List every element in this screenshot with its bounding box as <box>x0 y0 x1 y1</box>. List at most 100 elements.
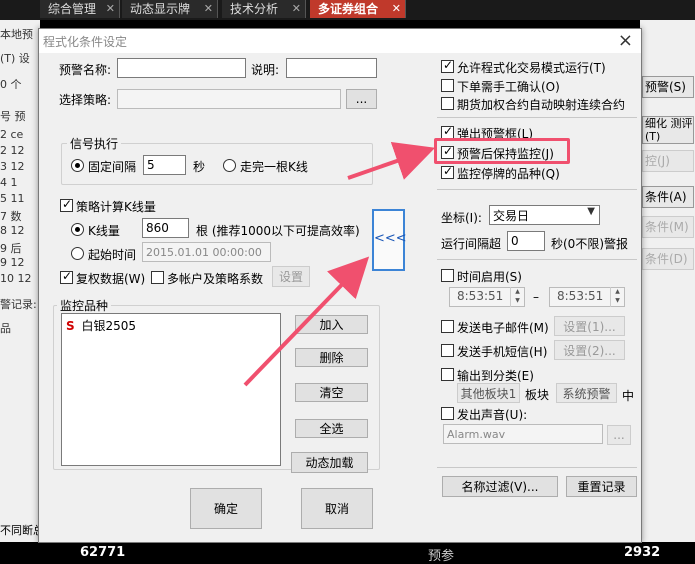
bg-condition-m-button[interactable]: 条件(M) <box>642 216 694 238</box>
sms-settings-button[interactable]: 设置(2)... <box>554 340 625 360</box>
bg-text: (T) 设 <box>0 52 30 65</box>
time-dash: – <box>533 290 539 304</box>
reset-record-button[interactable]: 重置记录 <box>566 476 637 497</box>
futures-map-checkbox[interactable] <box>441 97 454 110</box>
strategy-browse-button[interactable]: ... <box>346 89 377 109</box>
bg-condition-d-button[interactable]: 条件(D) <box>642 248 694 270</box>
bg-text: 9 后 <box>0 242 22 255</box>
sound-file-input[interactable] <box>443 424 603 444</box>
allow-auto-trade-label: 允许程式化交易模式运行(T) <box>457 61 606 75</box>
time-enable-checkbox[interactable] <box>441 269 454 282</box>
program-condition-dialog: 程式化条件设定 × 预警名称: 说明: 选择策略: ... 信号执行 固定间隔 … <box>38 28 642 543</box>
time-end-input[interactable]: 8:53:51 ▲ ▼ <box>549 287 625 307</box>
name-filter-button[interactable]: 名称过滤(V)... <box>442 476 558 497</box>
close-icon[interactable]: × <box>618 30 633 51</box>
tab-label: 多证券组合 <box>318 2 379 16</box>
ticker-right-number: 2932 <box>624 545 661 560</box>
monitor-suspended-checkbox[interactable] <box>441 164 454 179</box>
send-sms-checkbox[interactable] <box>441 344 454 357</box>
cancel-button[interactable]: 取消 <box>301 488 373 529</box>
tab-close-icon[interactable]: ✕ <box>204 0 213 18</box>
kline-count-input[interactable] <box>142 218 189 238</box>
background-status: 不同断总 <box>0 520 40 542</box>
futures-map-label: 期货加权合约自动映射连续合约 <box>457 98 626 112</box>
multi-account-checkbox[interactable] <box>151 271 164 284</box>
ticker-left-number: 62771 <box>80 545 126 560</box>
run-interval-input[interactable] <box>507 231 545 251</box>
tab-close-icon[interactable]: ✕ <box>292 0 301 18</box>
description-label: 说明: <box>251 63 280 77</box>
time-end-value: 8:53:51 <box>557 289 604 303</box>
tab-label: 技术分析 <box>230 2 279 16</box>
tab-label: 综合管理 <box>48 2 97 16</box>
email-settings-button[interactable]: 设置(1)... <box>554 316 625 336</box>
fixed-interval-label: 固定间隔 <box>88 160 137 174</box>
delete-button[interactable]: 删除 <box>295 348 368 367</box>
bg-text: 9 12 <box>0 256 25 269</box>
kline-complete-label: 走完一根K线 <box>240 160 308 174</box>
kline-complete-radio[interactable] <box>223 159 236 172</box>
strategy-input[interactable] <box>117 89 341 109</box>
time-end-spinner[interactable]: ▲ ▼ <box>610 287 624 307</box>
tab-comprehensive[interactable]: 综合管理 ✕ <box>40 0 120 18</box>
bg-text: 2 ce <box>0 128 24 141</box>
bg-monitor-button[interactable]: 控(J) <box>642 150 694 172</box>
time-start-value: 8:53:51 <box>457 289 504 303</box>
ok-button[interactable]: 确定 <box>190 488 262 529</box>
block-label: 板块 <box>525 388 550 402</box>
dialog-title: 程式化条件设定 <box>43 35 128 49</box>
interval-input[interactable] <box>143 155 186 175</box>
tab-tech-analysis[interactable]: 技术分析 ✕ <box>222 0 306 18</box>
tab-close-icon[interactable]: ✕ <box>392 0 401 18</box>
monitor-group-title: 监控品种 <box>57 297 112 314</box>
bg-refine-button[interactable]: 细化 测评(T) <box>642 116 694 144</box>
item-tag: S <box>66 319 75 333</box>
system-alert-button[interactable]: 系统预警 <box>556 383 617 403</box>
start-time-label: 起始时间 <box>88 248 137 262</box>
bg-text: 品 <box>0 322 11 335</box>
bg-text: 2 12 <box>0 144 25 157</box>
monitor-list[interactable]: S 白银2505 <box>61 313 281 466</box>
allow-auto-trade-checkbox[interactable] <box>441 58 454 73</box>
fixed-interval-radio[interactable] <box>71 159 84 172</box>
play-sound-checkbox[interactable] <box>441 407 454 420</box>
list-item[interactable]: S 白银2505 <box>66 317 136 334</box>
ticker-mid-text: 预参 <box>428 549 455 564</box>
app-tab-bar: 综合管理 ✕ 动态显示牌 ✕ 技术分析 ✕ 多证券组合 ✕ <box>0 0 695 20</box>
signal-group-title: 信号执行 <box>67 135 122 152</box>
bg-condition-a-button[interactable]: 条件(A) <box>642 186 694 208</box>
alert-name-input[interactable] <box>117 58 246 78</box>
bg-text: 10 12 <box>0 272 32 285</box>
kline-count-radio[interactable] <box>71 223 84 236</box>
keep-monitor-highlight <box>434 138 570 164</box>
bg-text: 号 预 <box>0 110 26 123</box>
start-time-input[interactable] <box>142 242 271 262</box>
tab-multi-security[interactable]: 多证券组合 ✕ <box>310 0 406 18</box>
kline-calc-checkbox[interactable] <box>60 197 73 212</box>
collapse-panel-button[interactable]: <<< <box>372 209 407 271</box>
multi-account-settings-button[interactable]: 设置 <box>272 266 310 287</box>
send-email-checkbox[interactable] <box>441 320 454 333</box>
time-start-spinner[interactable]: ▲ ▼ <box>510 287 524 307</box>
clear-button[interactable]: 清空 <box>295 383 368 402</box>
bg-text: 0 个 <box>0 78 22 91</box>
dynamic-load-button[interactable]: 动态加载 <box>291 452 368 473</box>
start-time-radio[interactable] <box>71 247 84 260</box>
description-input[interactable] <box>286 58 377 78</box>
adjust-data-checkbox[interactable] <box>60 269 73 284</box>
axis-select[interactable]: 交易日 ▼ <box>489 205 600 225</box>
select-all-button[interactable]: 全选 <box>295 419 368 438</box>
bg-text: 3 12 <box>0 160 25 173</box>
output-category-checkbox[interactable] <box>441 368 454 381</box>
order-confirm-checkbox[interactable] <box>441 79 454 92</box>
time-start-input[interactable]: 8:53:51 ▲ ▼ <box>449 287 525 307</box>
order-confirm-label: 下单需手工确认(O) <box>457 80 560 94</box>
tab-close-icon[interactable]: ✕ <box>106 0 115 18</box>
bg-alert-button[interactable]: 预警(S) <box>642 76 694 98</box>
sound-browse-button[interactable]: ... <box>607 425 631 445</box>
send-sms-label: 发送手机短信(H) <box>457 345 548 359</box>
other-block-button[interactable]: 其他板块1 <box>457 383 520 403</box>
play-sound-label: 发出声音(U): <box>457 408 528 422</box>
tab-dynamic-board[interactable]: 动态显示牌 ✕ <box>122 0 218 18</box>
add-button[interactable]: 加入 <box>295 315 368 334</box>
